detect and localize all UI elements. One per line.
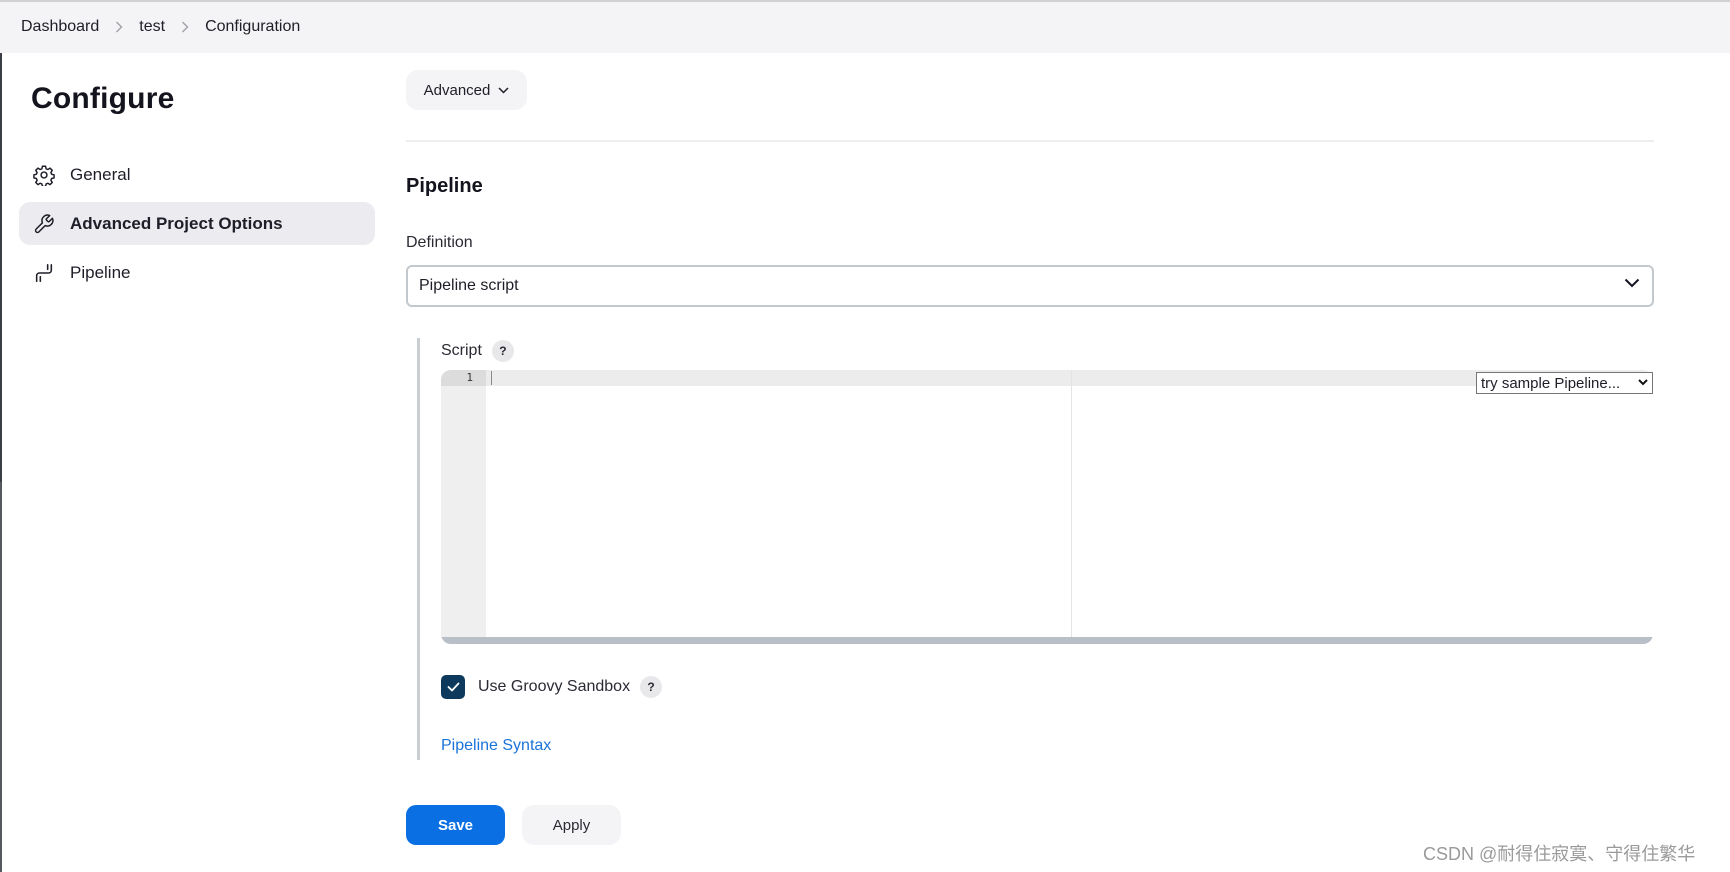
- wrench-icon: [32, 212, 56, 236]
- chevron-right-icon: [115, 21, 123, 33]
- section-title-pipeline: Pipeline: [406, 175, 483, 197]
- sandbox-help-button[interactable]: ?: [640, 676, 663, 698]
- script-label-row: Script ?: [441, 340, 514, 362]
- apply-button[interactable]: Apply: [522, 805, 621, 845]
- breadcrumb-configuration[interactable]: Configuration: [205, 18, 300, 36]
- sample-pipeline-selected: try sample Pipeline...: [1481, 374, 1621, 392]
- groovy-sandbox-label[interactable]: Use Groovy Sandbox: [478, 678, 630, 696]
- top-bar: Dashboard test Configuration: [0, 0, 1730, 53]
- script-editor[interactable]: 1: [441, 370, 1653, 644]
- section-divider: [406, 140, 1654, 142]
- sidebar-item-general[interactable]: General: [19, 153, 375, 196]
- breadcrumb-dashboard[interactable]: Dashboard: [21, 18, 99, 36]
- gutter-active-line: [441, 370, 486, 386]
- script-label: Script: [441, 342, 482, 359]
- text-cursor: [491, 371, 492, 385]
- print-margin: [1071, 370, 1072, 644]
- advanced-button[interactable]: Advanced: [406, 70, 527, 110]
- gear-icon: [32, 163, 56, 187]
- editor-gutter: 1: [441, 370, 486, 644]
- groovy-sandbox-row: Use Groovy Sandbox ?: [441, 675, 663, 699]
- chevron-right-icon: [181, 21, 189, 33]
- pipeline-icon: [32, 261, 56, 285]
- script-help-button[interactable]: ?: [491, 340, 514, 362]
- pipeline-syntax-link[interactable]: Pipeline Syntax: [441, 737, 551, 755]
- editor-horizontal-scrollbar[interactable]: [441, 637, 1653, 644]
- breadcrumb: Dashboard test Configuration: [21, 18, 300, 36]
- sidebar-item-label: Pipeline: [70, 262, 131, 282]
- watermark: CSDN @耐得住寂寞、守得住繁华: [1423, 844, 1696, 864]
- sidebar-item-pipeline[interactable]: Pipeline: [19, 251, 375, 294]
- definition-selected-value: Pipeline script: [419, 277, 519, 294]
- breadcrumb-test[interactable]: test: [139, 18, 165, 36]
- sample-pipeline-select[interactable]: try sample Pipeline...: [1476, 372, 1653, 394]
- groovy-sandbox-checkbox[interactable]: [441, 675, 465, 699]
- window-edge-lower: [0, 482, 2, 872]
- sidebar-item-label: Advanced Project Options: [70, 213, 283, 233]
- nested-section-bar: [417, 338, 420, 760]
- line-number: 1: [466, 371, 473, 384]
- chevron-down-icon: [1638, 379, 1648, 386]
- chevron-down-icon: [1624, 278, 1640, 288]
- definition-label: Definition: [406, 234, 473, 251]
- definition-select[interactable]: Pipeline script: [406, 265, 1654, 307]
- sidebar-item-label: General: [70, 164, 131, 184]
- chevron-down-icon: [498, 86, 509, 94]
- page-title: Configure: [31, 82, 175, 115]
- save-button[interactable]: Save: [406, 805, 505, 845]
- sidebar-item-advanced-project-options[interactable]: Advanced Project Options: [19, 202, 375, 245]
- checkmark-icon: [447, 682, 459, 692]
- advanced-button-label: Advanced: [423, 81, 491, 99]
